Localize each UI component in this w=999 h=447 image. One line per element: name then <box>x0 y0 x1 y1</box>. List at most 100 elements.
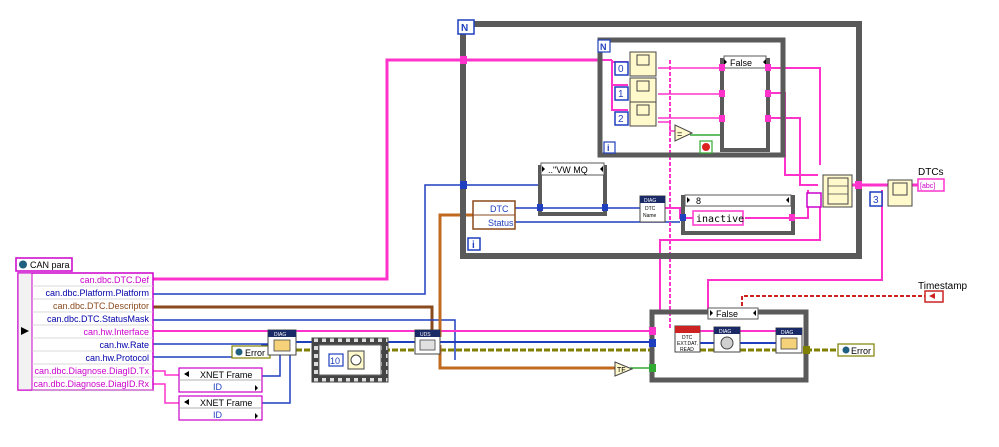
index-const-3-label: 3 <box>873 195 879 206</box>
xnet-bundle-2-title: XNET Frame <box>200 398 252 408</box>
timestamp-indicator[interactable]: Timestamp <box>918 281 968 303</box>
case-bottom-tunnel-blue <box>649 339 656 347</box>
xnet-bundle-1[interactable]: XNET Frame ID <box>178 367 263 393</box>
case-tunnel-2 <box>719 90 725 97</box>
blue-wire-xnet2 <box>262 352 291 404</box>
index-node-2[interactable]: 2 <box>614 101 657 127</box>
error-in-label: Error <box>245 348 265 358</box>
uds-node[interactable]: UDS <box>414 329 441 355</box>
tunnel-platform <box>460 181 467 189</box>
pink-wire-case-out-1 <box>768 92 818 176</box>
dtc-unbundle-item-1: Status <box>488 218 514 228</box>
unbundle-item-0: can.dbc.DTC.Def <box>80 275 150 285</box>
index-node-0[interactable]: 0 <box>614 51 657 77</box>
block-diagram: N i N i 0 1 2 = False .."VW MQ DTC Statu… <box>15 19 968 421</box>
inactive-constant-label: inactive <box>696 214 744 225</box>
flat-sequence[interactable]: 10 <box>311 337 389 383</box>
diag-mid-node[interactable]: DIAG <box>713 326 741 353</box>
error-out-icon <box>842 346 850 354</box>
loop-iteration-label: i <box>472 240 475 251</box>
for-loop-inner[interactable]: N i 0 1 2 = False <box>597 37 786 158</box>
diag-close-node[interactable]: DIAG <box>775 327 803 354</box>
xnet-bundle-2[interactable]: XNET Frame ID <box>178 395 263 421</box>
case-8-tunnel-out <box>789 214 795 221</box>
diag-dtc-name-line-2: Name <box>643 213 657 219</box>
diag-mid-icon <box>720 336 734 350</box>
dtc-unbundle-item-0: DTC <box>490 204 509 214</box>
error-in-control[interactable]: Error <box>231 345 271 359</box>
unbundle-item-3: can.dbc.DTC.StatusMask <box>47 314 150 324</box>
index-node-1-label: 1 <box>618 89 624 100</box>
error-out-indicator[interactable]: Error <box>837 343 875 357</box>
orange-wire-uds <box>438 213 473 337</box>
unbundle-item-4: can.hw.Interface <box>83 327 149 337</box>
can-para-control[interactable]: CAN para <box>15 257 73 272</box>
error-in-icon <box>235 348 243 356</box>
index-node-2-label: 2 <box>618 114 624 125</box>
diag-mid-label: DIAG <box>719 329 731 335</box>
unbundle-item-1: can.dbc.Platform.Platform <box>45 288 149 298</box>
case-bottom-tunnel-pink <box>649 327 656 335</box>
dtcs-indicator[interactable]: DTCs [abc] <box>917 167 945 192</box>
wait-clock-icon <box>350 354 362 366</box>
case-8-tunnel-in <box>680 214 686 221</box>
diag-dtc-name-node[interactable]: DIAG DTC Name <box>639 195 666 223</box>
unbundle-item-2: can.dbc.DTC.Descriptor <box>53 301 149 311</box>
equal-compare-node[interactable]: = <box>674 124 694 142</box>
tf-node[interactable]: TF <box>614 361 634 377</box>
pink-wire-tx <box>153 370 179 376</box>
pink-wire-rx <box>153 383 179 404</box>
uds-label: UDS <box>420 332 431 338</box>
case-tunnel-5 <box>765 90 771 97</box>
index-node-1[interactable]: 1 <box>614 77 657 103</box>
case-vw-tunnel-out <box>602 204 608 211</box>
stop-condition-icon <box>702 143 710 151</box>
case-selector-false-bottom-label: False <box>716 309 738 319</box>
xnet-bundle-2-field: ID <box>213 410 223 420</box>
case-structure-8[interactable]: 8 inactive <box>680 194 795 235</box>
case-selector-false-top-label: False <box>730 58 752 68</box>
inner-loop-iteration-label: i <box>607 143 610 153</box>
dtc-read-line-2: READ <box>680 347 694 353</box>
unbundle-item-6: can.hw.Protocol <box>85 353 149 363</box>
cluster-icon <box>19 260 27 269</box>
diag-dtc-name-line-0: DIAG <box>644 198 656 204</box>
pink-wire-compare <box>658 121 675 132</box>
tunnel-dtc-def <box>460 56 467 64</box>
case-structure-false-top[interactable]: False <box>719 55 771 152</box>
diag-open-icon <box>273 339 291 352</box>
case-tunnel-4 <box>765 64 771 71</box>
can-para-label: CAN para <box>30 260 70 270</box>
pink-wire-case-out-3 <box>768 67 821 165</box>
case-selector-8-label: 8 <box>696 196 701 206</box>
diag-open-label: DIAG <box>274 332 286 338</box>
unbundle-item-8: can.dbc.Diagnose.DiagID.Rx <box>33 379 149 389</box>
inner-loop-count-label: N <box>600 42 607 52</box>
blue-wire-statusmask <box>153 319 456 360</box>
diag-close-label: DIAG <box>781 330 793 336</box>
xnet-bundle-1-title: XNET Frame <box>200 370 252 380</box>
case-bottom-tunnel-out <box>803 346 810 354</box>
dtcs-icon-text: [abc] <box>920 183 935 190</box>
tf-label: TF <box>617 367 626 374</box>
unbundle-item-7: can.dbc.Diagnose.DiagID.Tx <box>34 366 149 376</box>
case-selector-vw-mq-label: .."VW MQ <box>548 165 588 175</box>
brown-wire-descriptor <box>153 305 434 330</box>
dtc-unbundle-node[interactable]: DTC Status <box>472 200 516 230</box>
diag-dtc-name-line-1: DTC <box>645 206 656 212</box>
diag-open-node[interactable]: DIAG <box>267 329 297 356</box>
constant-10-label: 10 <box>330 356 340 366</box>
dtc-ext-dat-read-node[interactable]: DTC EXT.DAT. READ <box>674 325 701 353</box>
tunnel-dtcs-out <box>855 181 862 189</box>
error-out-label: Error <box>851 346 871 356</box>
bundle-node[interactable] <box>806 174 853 208</box>
dtcs-label: DTCs <box>918 167 944 178</box>
case-bottom-tunnel-selector <box>649 364 656 372</box>
case-tunnel-1 <box>719 64 725 71</box>
diag-close-icon <box>780 337 798 350</box>
pink-wire-dtc-def <box>153 58 600 281</box>
orange-wire-uds-down <box>438 345 615 370</box>
equal-compare-symbol: = <box>677 129 682 139</box>
case-structure-vw-mq[interactable]: .."VW MQ <box>537 162 608 216</box>
case-tunnel-3 <box>719 115 725 122</box>
